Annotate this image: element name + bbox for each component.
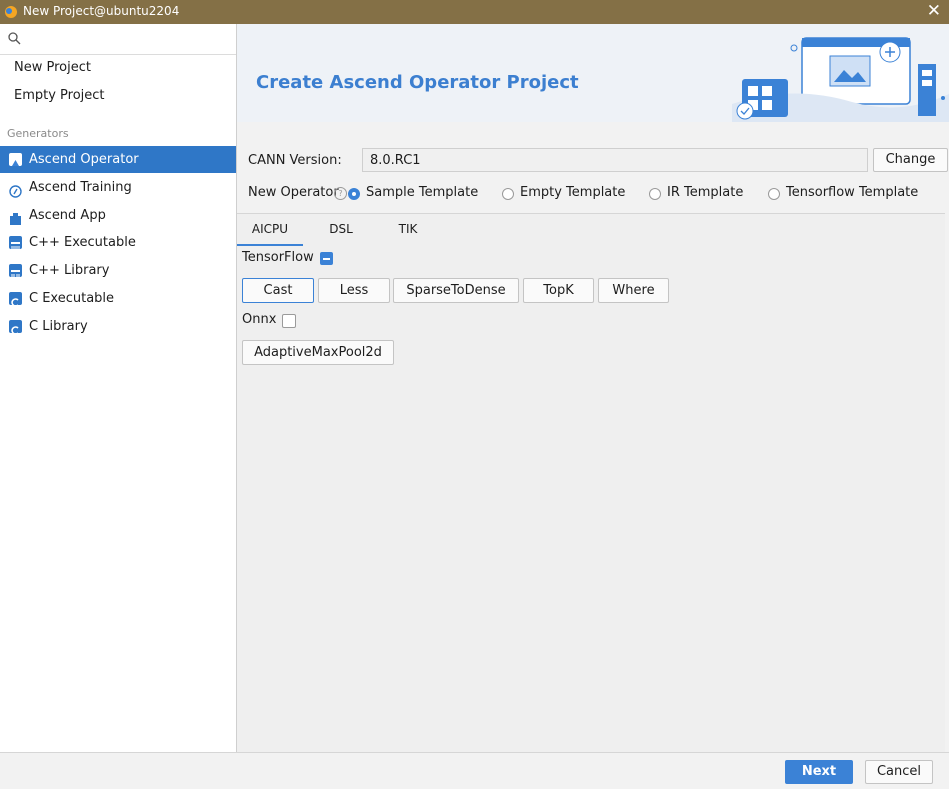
generator-c-executable[interactable]: C Executable [0, 285, 236, 312]
operator-panel: AICPU DSL TIK TensorFlow Cast Less Spars… [237, 213, 945, 752]
help-icon[interactable]: ? [334, 187, 347, 200]
tensorflow-label: TensorFlow [242, 250, 314, 265]
generators-section-label: Generators [7, 127, 69, 140]
change-button[interactable]: Change [873, 148, 948, 172]
radio-button [649, 188, 661, 200]
title-bar: New Project@ubuntu2204 ✕ [0, 0, 949, 24]
op-button-adaptivemaxpool2d[interactable]: AdaptiveMaxPool2d [242, 340, 394, 365]
app-icon [9, 209, 22, 225]
header-banner: Create Ascend Operator Project [237, 24, 949, 122]
radio-label: Sample Template [366, 185, 479, 200]
project-illustration-icon [732, 37, 949, 122]
sidebar: New Project Empty Project Generators Asc… [0, 24, 237, 764]
op-button-cast[interactable]: Cast [242, 278, 314, 303]
op-button-where[interactable]: Where [598, 278, 669, 303]
radio-label: IR Template [667, 185, 744, 200]
sidebar-item-empty-project[interactable]: Empty Project [0, 82, 236, 110]
cann-version-row: CANN Version: 8.0.RC1 Change [248, 148, 948, 174]
cann-version-label: CANN Version: [248, 153, 342, 168]
sidebar-item-new-project[interactable]: New Project [0, 54, 236, 82]
search-icon [8, 32, 21, 45]
radio-button [768, 188, 780, 200]
sidebar-item-label: Empty Project [14, 88, 105, 103]
radio-button [502, 188, 514, 200]
app-logo-icon [5, 6, 17, 18]
op-button-sparsetodense[interactable]: SparseToDense [393, 278, 519, 303]
collapse-icon[interactable] [320, 252, 333, 265]
generator-cpp-library[interactable]: C++ Library [0, 257, 236, 284]
generator-label: C Library [29, 319, 88, 334]
radio-label: Empty Template [520, 185, 626, 200]
op-button-less[interactable]: Less [318, 278, 390, 303]
c-lib-icon [9, 320, 22, 335]
generator-c-library[interactable]: C Library [0, 313, 236, 340]
onnx-label: Onnx [242, 312, 277, 327]
generator-label: Ascend Operator [29, 152, 139, 167]
training-icon [9, 181, 22, 198]
tab-dsl[interactable]: DSL [313, 218, 369, 244]
generator-label: C++ Executable [29, 235, 136, 250]
generator-label: Ascend App [29, 208, 106, 223]
generator-label: C Executable [29, 291, 115, 306]
close-icon[interactable]: ✕ [927, 1, 941, 21]
search-bar [0, 24, 236, 55]
search-input[interactable] [26, 28, 230, 50]
cann-version-field: 8.0.RC1 [362, 148, 868, 172]
op-button-topk[interactable]: TopK [523, 278, 594, 303]
generator-ascend-training[interactable]: Ascend Training [0, 174, 236, 201]
generator-ascend-app[interactable]: Ascend App [0, 202, 236, 229]
operator-icon [9, 153, 22, 166]
window-title: New Project@ubuntu2204 [23, 4, 180, 18]
tab-tik[interactable]: TIK [383, 218, 433, 244]
cpp-exe-icon [9, 236, 22, 251]
cpp-lib-icon [9, 264, 22, 279]
main-panel: Create Ascend Operator Project CANN Vers… [237, 24, 949, 752]
onnx-checkbox[interactable] [282, 314, 296, 328]
sidebar-item-label: New Project [14, 60, 91, 75]
generator-cpp-executable[interactable]: C++ Executable [0, 229, 236, 256]
radio-label: Tensorflow Template [786, 185, 919, 200]
generator-label: C++ Library [29, 263, 110, 278]
new-operator-row: New Operator ? Sample Template Empty Tem… [248, 184, 948, 204]
new-operator-label: New Operator [248, 185, 339, 200]
radio-button [348, 188, 360, 200]
generator-label: Ascend Training [29, 180, 132, 195]
footer: Next Cancel [0, 752, 949, 789]
c-exe-icon [9, 292, 22, 307]
next-button[interactable]: Next [785, 760, 853, 784]
page-title: Create Ascend Operator Project [256, 72, 579, 93]
cancel-button[interactable]: Cancel [865, 760, 933, 784]
tab-aicpu[interactable]: AICPU [237, 218, 303, 246]
generator-ascend-operator[interactable]: Ascend Operator [0, 146, 236, 173]
